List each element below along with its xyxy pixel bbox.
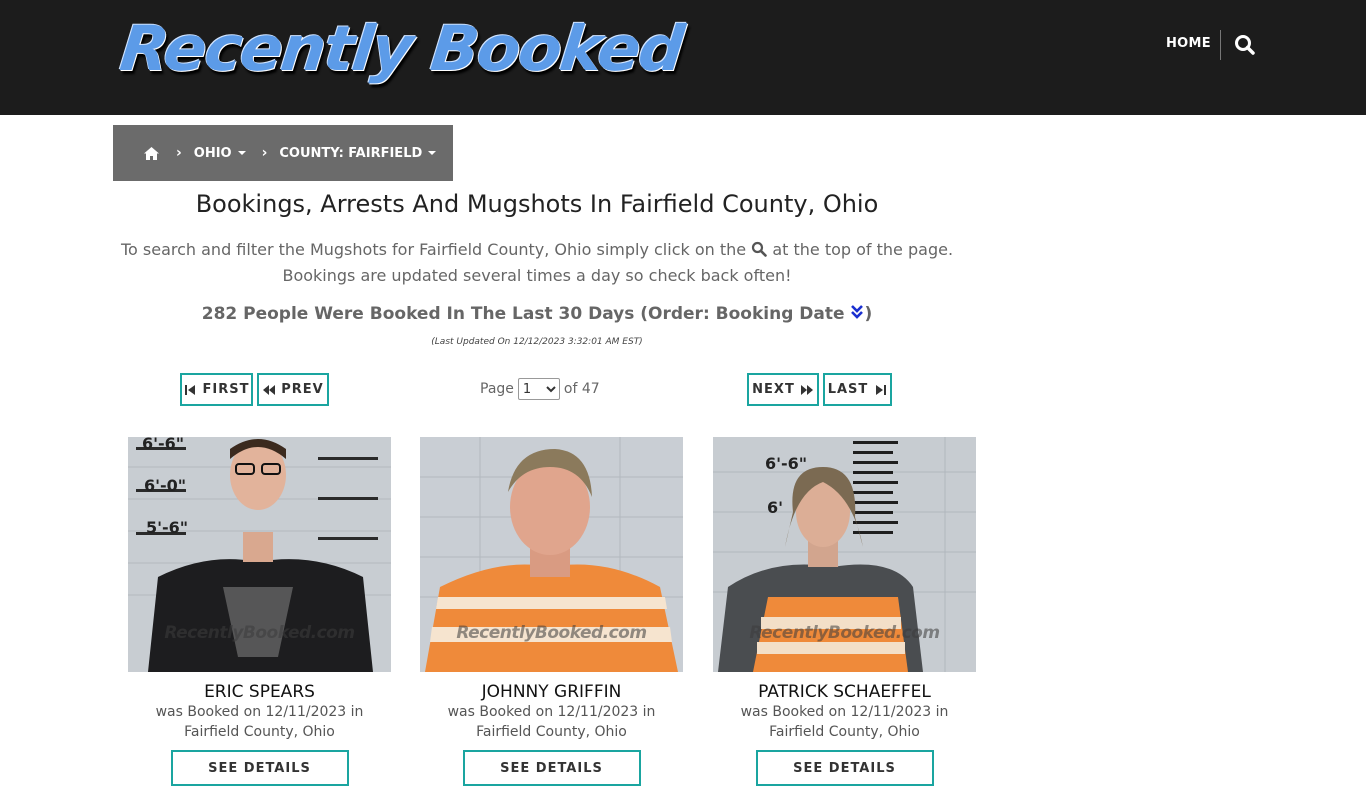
svg-text:6': 6': [767, 498, 783, 517]
sort-order-icon[interactable]: [850, 304, 864, 320]
forward-icon: [800, 384, 813, 395]
svg-text:5'-6": 5'-6": [146, 518, 188, 537]
nav-home-link[interactable]: HOME: [1166, 36, 1211, 51]
prev-page-label: PREV: [281, 382, 324, 397]
mugshot-photo[interactable]: RecentlyBooked.com: [420, 437, 683, 672]
breadcrumb: › OHIO › COUNTY: FAIRFIELD: [113, 125, 453, 181]
last-page-label: LAST: [827, 382, 869, 397]
booked-location-text: Fairfield County, Ohio: [769, 724, 920, 740]
next-page-label: NEXT: [752, 382, 795, 397]
booked-location-text: Fairfield County, Ohio: [476, 724, 627, 740]
see-details-button[interactable]: SEE DETAILS: [755, 750, 934, 786]
svg-text:6'-6": 6'-6": [765, 454, 807, 473]
page-of-label: of 47: [563, 381, 600, 397]
last-updated: (Last Updated On 12/12/2023 3:32:01 AM E…: [431, 337, 643, 347]
nav-divider: [1220, 30, 1221, 60]
svg-text:6'-6": 6'-6": [142, 437, 184, 453]
person-name[interactable]: ERIC SPEARS: [128, 682, 391, 702]
page-select[interactable]: 1: [517, 378, 560, 400]
booking-card[interactable]: 6'-6" 6'-0" 5'-6" RecentlyBooked.com ERI…: [128, 437, 391, 786]
booked-date-text: was Booked on 12/11/2023 in: [155, 704, 364, 720]
search-icon: [751, 239, 768, 257]
booking-count-text: 282 People Were Booked In The Last 30 Da…: [201, 304, 845, 324]
first-icon: [184, 384, 195, 395]
see-details-button[interactable]: SEE DETAILS: [462, 750, 641, 786]
site-header: Recently Booked HOME: [0, 0, 1366, 115]
photo-watermark: RecentlyBooked.com: [749, 623, 940, 643]
booking-card[interactable]: RecentlyBooked.com JOHNNY GRIFFIN was Bo…: [420, 437, 683, 786]
svg-text:6'-0": 6'-0": [144, 476, 186, 495]
chevron-right-icon: ›: [176, 145, 182, 161]
breadcrumb-county-label: COUNTY: FAIRFIELD: [279, 145, 423, 161]
site-logo[interactable]: Recently Booked: [117, 12, 686, 85]
caret-down-icon: [428, 151, 437, 155]
person-name[interactable]: PATRICK SCHAEFFEL: [713, 682, 976, 702]
intro-text-before: To search and filter the Mugshots for Fa…: [120, 240, 747, 259]
booking-count-close: ): [864, 304, 873, 324]
intro-text: To search and filter the Mugshots for Fa…: [113, 237, 961, 289]
page-label: Page: [480, 381, 514, 397]
person-name[interactable]: JOHNNY GRIFFIN: [420, 682, 683, 702]
photo-watermark: RecentlyBooked.com: [456, 623, 647, 643]
mugshot-photo[interactable]: 6'-6" 6' RecentlyBooked.com: [713, 437, 976, 672]
booking-count: 282 People Were Booked In The Last 30 Da…: [113, 304, 961, 324]
breadcrumb-county-dropdown[interactable]: COUNTY: FAIRFIELD: [279, 145, 437, 161]
breadcrumb-ohio-label: OHIO: [193, 145, 232, 161]
search-icon[interactable]: [1234, 33, 1256, 57]
booked-date-text: was Booked on 12/11/2023 in: [447, 704, 656, 720]
first-page-button[interactable]: FIRST: [180, 373, 253, 406]
booking-card[interactable]: 6'-6" 6' RecentlyBooked.com PATRICK SCHA…: [713, 437, 976, 786]
caret-down-icon: [237, 151, 246, 155]
next-page-button[interactable]: NEXT: [747, 373, 819, 406]
breadcrumb-ohio-dropdown[interactable]: OHIO: [194, 146, 246, 161]
last-icon: [876, 384, 887, 395]
page-selector: Page 1 of 47: [480, 378, 600, 400]
page-title: Bookings, Arrests And Mugshots In Fairfi…: [195, 190, 879, 218]
mugshot-photo[interactable]: 6'-6" 6'-0" 5'-6" RecentlyBooked.com: [128, 437, 391, 672]
photo-watermark: RecentlyBooked.com: [164, 623, 355, 643]
backward-icon: [263, 384, 276, 395]
see-details-button[interactable]: SEE DETAILS: [170, 750, 349, 786]
booked-location-text: Fairfield County, Ohio: [184, 724, 335, 740]
prev-page-button[interactable]: PREV: [257, 373, 329, 406]
first-page-label: FIRST: [202, 382, 250, 397]
chevron-right-icon: ›: [261, 145, 268, 161]
last-page-button[interactable]: LAST: [823, 373, 892, 406]
home-icon[interactable]: [143, 146, 160, 161]
booked-date-text: was Booked on 12/11/2023 in: [740, 704, 949, 720]
